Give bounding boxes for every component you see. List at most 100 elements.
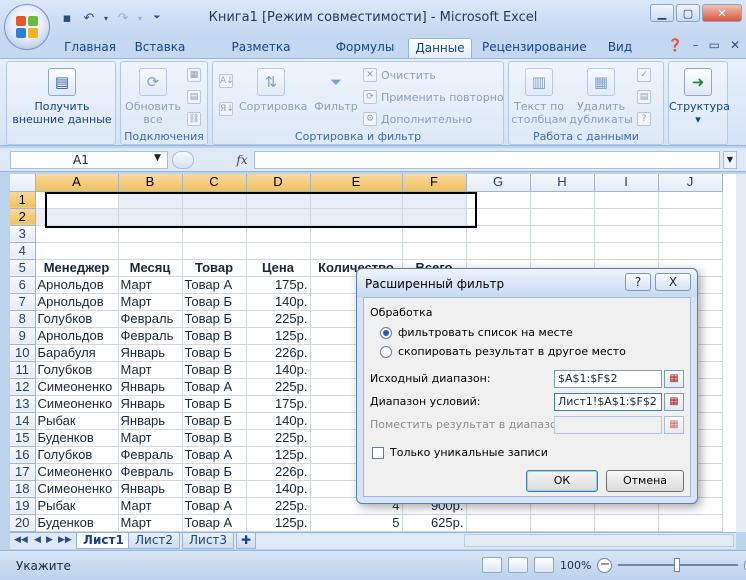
what-if-icon[interactable]: ?: [637, 112, 651, 126]
column-header[interactable]: J: [658, 174, 723, 192]
cell[interactable]: Товар А: [182, 497, 247, 515]
column-header[interactable]: C: [182, 174, 247, 192]
cell[interactable]: [182, 208, 247, 226]
cell[interactable]: Барабуля: [35, 344, 119, 362]
properties-icon[interactable]: ▤: [187, 90, 201, 104]
cell[interactable]: Месяц: [118, 259, 183, 277]
cell[interactable]: [310, 208, 403, 226]
text-to-columns-button[interactable]: ▥ Текст по столбцам: [511, 68, 567, 126]
cell[interactable]: Январь: [118, 395, 183, 413]
ok-button[interactable]: ОК: [526, 470, 598, 492]
cell[interactable]: [35, 191, 119, 209]
column-header[interactable]: I: [594, 174, 659, 192]
cell[interactable]: [182, 242, 247, 260]
cell[interactable]: Арнольдов: [35, 276, 119, 294]
cell[interactable]: [466, 242, 531, 260]
destination-range-input[interactable]: [554, 416, 662, 434]
column-header[interactable]: E: [310, 174, 403, 192]
cell[interactable]: [466, 208, 531, 226]
cell[interactable]: 140р.: [246, 412, 311, 430]
cell[interactable]: Февраль: [118, 327, 183, 345]
row-header[interactable]: 20: [10, 514, 36, 532]
edit-links-icon[interactable]: ⛓: [187, 112, 201, 126]
vertical-scrollbar[interactable]: [736, 174, 746, 532]
tab-formulas[interactable]: Формулы: [332, 38, 398, 58]
tab-review[interactable]: Рецензирование: [482, 38, 587, 58]
select-all-corner[interactable]: [10, 174, 36, 192]
cell[interactable]: [35, 242, 119, 260]
sheet-tab-1[interactable]: Лист1: [76, 533, 131, 549]
cell[interactable]: [594, 225, 659, 243]
cell[interactable]: [182, 191, 247, 209]
cell[interactable]: Товар А: [182, 446, 247, 464]
row-header[interactable]: 14: [10, 412, 36, 430]
first-sheet-icon[interactable]: ◀◀: [14, 535, 28, 545]
row-header[interactable]: 7: [10, 293, 36, 311]
criteria-range-collapse-icon[interactable]: ▦: [664, 393, 684, 411]
close-button[interactable]: ✕: [702, 4, 742, 22]
cell[interactable]: Товар Б: [182, 395, 247, 413]
minimize-workbook-icon[interactable]: –: [693, 38, 699, 52]
row-header[interactable]: 18: [10, 480, 36, 498]
horizontal-scrollbar[interactable]: [464, 534, 734, 547]
prev-sheet-icon[interactable]: ◀: [34, 535, 41, 545]
row-header[interactable]: 17: [10, 463, 36, 481]
cell[interactable]: [466, 514, 531, 532]
cell[interactable]: [530, 208, 595, 226]
cell[interactable]: Симеоненко: [35, 480, 119, 498]
cell[interactable]: [35, 208, 119, 226]
cell[interactable]: 125р.: [246, 514, 311, 532]
cell[interactable]: Товар Б: [182, 310, 247, 328]
cell[interactable]: [530, 225, 595, 243]
cell[interactable]: [594, 191, 659, 209]
insert-function-button[interactable]: fx: [232, 151, 252, 169]
zoom-slider[interactable]: [618, 558, 739, 572]
reapply-button[interactable]: ⟳ Применить повторно: [363, 90, 504, 104]
cell[interactable]: [594, 242, 659, 260]
consolidate-icon[interactable]: ▤: [637, 90, 651, 104]
zoom-slider-knob[interactable]: [674, 558, 681, 572]
cell[interactable]: Товар В: [182, 327, 247, 345]
last-sheet-icon[interactable]: ▶▶: [58, 535, 72, 545]
cell[interactable]: [658, 225, 723, 243]
formula-input[interactable]: [254, 151, 720, 169]
cell[interactable]: Товар: [182, 259, 247, 277]
cell[interactable]: [530, 242, 595, 260]
row-header[interactable]: 10: [10, 344, 36, 362]
cell[interactable]: 5: [310, 514, 403, 532]
cell[interactable]: Буденков: [35, 514, 119, 532]
formula-cancel-button[interactable]: [172, 151, 194, 169]
cell[interactable]: Март: [118, 361, 183, 379]
row-header[interactable]: 2: [10, 208, 36, 226]
normal-view-icon[interactable]: [482, 557, 502, 573]
criteria-range-input[interactable]: Лист1!$A$1:$F$2: [554, 393, 662, 411]
row-header[interactable]: 15: [10, 429, 36, 447]
cell[interactable]: Февраль: [118, 463, 183, 481]
zoom-level[interactable]: 100%: [560, 559, 591, 572]
source-range-collapse-icon[interactable]: ▦: [664, 370, 684, 388]
source-range-input[interactable]: $A$1:$F$2: [554, 370, 662, 388]
cell[interactable]: [594, 208, 659, 226]
column-header[interactable]: F: [402, 174, 467, 192]
cell[interactable]: 225р.: [246, 310, 311, 328]
cell[interactable]: [658, 191, 723, 209]
cell[interactable]: [246, 225, 311, 243]
next-sheet-icon[interactable]: ▶: [46, 535, 53, 545]
cell[interactable]: [246, 191, 311, 209]
cell[interactable]: [466, 191, 531, 209]
zoom-out-icon[interactable]: −: [597, 557, 613, 573]
cancel-button[interactable]: Отмена: [606, 470, 684, 492]
cell[interactable]: Январь: [118, 344, 183, 362]
office-button[interactable]: [4, 4, 50, 50]
cell[interactable]: [466, 225, 531, 243]
cell[interactable]: Февраль: [118, 310, 183, 328]
cell[interactable]: [530, 191, 595, 209]
maximize-button[interactable]: ▢: [676, 4, 700, 22]
row-header[interactable]: 19: [10, 497, 36, 515]
cell[interactable]: Цена: [246, 259, 311, 277]
cell[interactable]: Март: [118, 497, 183, 515]
sort-button[interactable]: ⇅ Сортировка: [239, 68, 308, 113]
cell[interactable]: Симеоненко: [35, 463, 119, 481]
cell[interactable]: Март: [118, 429, 183, 447]
sort-az-icon[interactable]: A↓: [219, 74, 234, 88]
